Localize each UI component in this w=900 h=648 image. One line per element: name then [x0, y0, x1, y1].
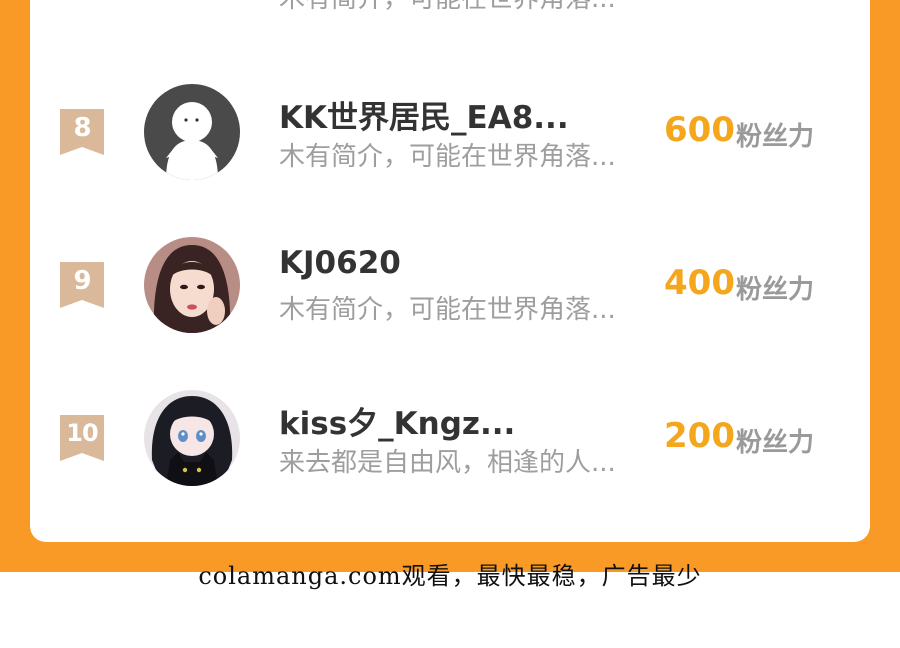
anime-girl-cat-avatar-icon	[144, 390, 240, 486]
rank-badge: 9	[60, 262, 104, 308]
user-bio: 木有简介，可能在世界角落...	[279, 0, 616, 15]
fan-score: 600	[664, 110, 735, 150]
list-item[interactable]: 8 KK世界居民_EA8... 木有简介，可能在世界角落... 600 粉丝力	[30, 68, 870, 198]
watermark-text: colamanga.com观看，最快最稳，广告最少	[198, 562, 702, 590]
avatar[interactable]	[144, 84, 240, 180]
user-name[interactable]: KK世界居民_EA8...	[279, 92, 569, 137]
fan-score: 200	[664, 416, 735, 456]
user-name[interactable]: KJ0620	[279, 245, 401, 281]
avatar[interactable]	[144, 237, 240, 333]
user-bio: 木有简介，可能在世界角落...	[279, 295, 616, 325]
user-name[interactable]: kiss夕_Kngz...	[279, 398, 515, 443]
default-person-avatar-icon	[144, 84, 240, 180]
user-bio: 木有简介，可能在世界角落...	[279, 142, 616, 172]
leaderboard-card: 木有简介，可能在世界角落... 8 KK世界居民_EA8... 木有简介，可能在…	[30, 0, 870, 542]
list-item[interactable]: 木有简介，可能在世界角落...	[30, 0, 870, 34]
rank-number: 10	[66, 419, 98, 447]
rank-number: 9	[73, 266, 91, 296]
list-item[interactable]: 10 kiss夕_Kngz... 来去都是自由风，相逢的人... 200 粉丝力	[30, 374, 870, 504]
user-bio: 来去都是自由风，相逢的人...	[279, 448, 616, 478]
rank-badge: 8	[60, 109, 104, 155]
portrait-avatar-icon	[144, 237, 240, 333]
fan-score-unit: 粉丝力	[736, 122, 815, 152]
rank-badge: 10	[60, 415, 104, 461]
fan-score-unit: 粉丝力	[736, 275, 815, 305]
avatar[interactable]	[144, 390, 240, 486]
fan-score-unit: 粉丝力	[736, 428, 815, 458]
list-item[interactable]: 9 KJ0620 木有简介，可能在世界角落... 400 粉丝力	[30, 221, 870, 351]
rank-number: 8	[73, 113, 91, 143]
fan-score: 400	[664, 263, 735, 303]
